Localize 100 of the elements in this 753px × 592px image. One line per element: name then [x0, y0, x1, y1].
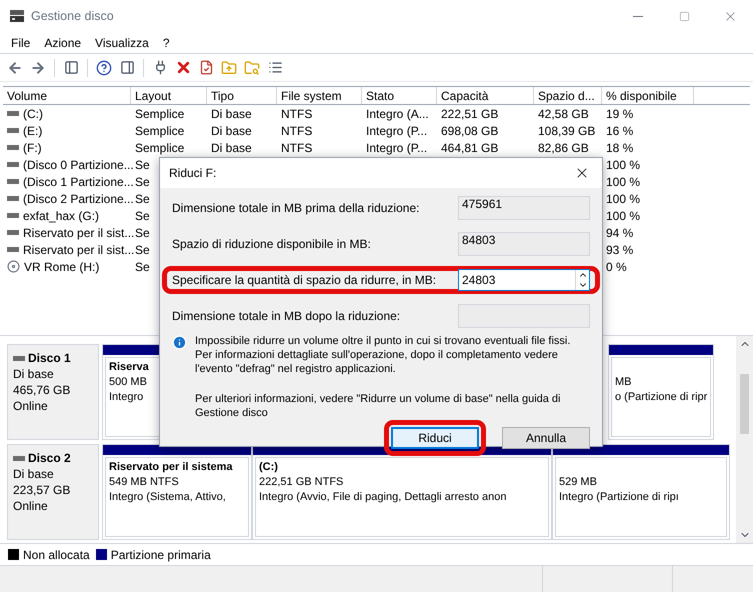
table-cell-text: 100 % [606, 208, 640, 224]
table-cell-text: 100 % [606, 174, 640, 190]
value-field: 84803 [458, 232, 590, 256]
disk-label-panel[interactable]: Disco 2 Di base 223,57 GB Online [7, 444, 99, 540]
table-cell-text: Semplice [135, 140, 184, 156]
table-cell-text: Se [135, 242, 150, 258]
table-cell-text: (F:) [23, 140, 42, 156]
table-cell-text: 19 % [606, 106, 634, 122]
table-cell-text: NTFS [281, 140, 312, 156]
partition-name: Riserva [109, 360, 149, 375]
scrollbar[interactable] [736, 336, 753, 543]
table-cell-text: Se [135, 224, 150, 242]
table-cell-text: (C:) [23, 106, 43, 122]
dialog-title: Riduci F: [169, 165, 216, 182]
partition-status: o (Partizione di ripr [615, 390, 708, 405]
menu-item[interactable]: File [11, 34, 30, 52]
drive-icon [7, 247, 19, 252]
partition-status: Integro (Partizione di ripı [559, 490, 679, 505]
table-cell-text: 222,51 GB [441, 106, 498, 122]
disk-label-panel[interactable]: Disco 1 Di base 465,76 GB Online [7, 344, 99, 440]
info-icon [172, 335, 187, 350]
table-cell-text: exfat_hax (G:) [23, 208, 100, 224]
disk-name: Disco 2 [28, 450, 71, 466]
column-header[interactable]: Stato [362, 87, 437, 104]
partition-size: 222,51 GB NTFS [259, 475, 344, 490]
column-header[interactable]: Tipo [207, 87, 277, 104]
table-cell-text: 100 % [606, 190, 640, 208]
dialog-button[interactable]: Annulla [502, 427, 590, 449]
partition-status: Integro [109, 390, 144, 405]
table-cell-text: Se [135, 190, 150, 208]
help-button[interactable] [94, 58, 114, 78]
table-cell-text: Se [135, 258, 150, 276]
column-header[interactable]: Capacità [437, 87, 534, 104]
scroll-thumb[interactable] [740, 374, 749, 434]
maximize-icon [678, 10, 690, 22]
table-cell-text: 108,39 GB [538, 122, 596, 140]
disk-type: Di base [13, 466, 55, 482]
table-cell-text: Riservato per il sist... [23, 242, 134, 258]
table-cell-text: 16 % [606, 122, 634, 140]
partition-size: 529 MB [559, 475, 597, 490]
table-cell-text: 93 % [606, 242, 634, 258]
column-header[interactable]: File system [277, 87, 362, 104]
dialog-button[interactable]: Riduci [391, 427, 479, 449]
disk-size: 465,76 GB [13, 382, 72, 398]
table-cell-text: 18 % [606, 140, 634, 156]
partition-size: MB [615, 375, 632, 390]
table-cell-text: Di base [211, 140, 252, 156]
partition-status: Integro (Sistema, Attivo, [109, 490, 226, 505]
partition-size: 549 MB NTFS [109, 475, 179, 490]
table-cell-text: Se [135, 208, 150, 224]
table-cell-text: Integro (P... [366, 122, 428, 140]
column-header[interactable]: % disponibile [602, 87, 694, 104]
partition-block[interactable]: MB o (Partizione di ripr [608, 344, 714, 440]
spin-field[interactable]: 24803 [458, 269, 590, 291]
field-label: Dimensione totale in MB prima della riduzione: [172, 200, 420, 217]
table-cell-text: VR Rome (H:) [24, 258, 100, 276]
table-cell-text: Di base [211, 106, 252, 122]
disk-status: Online [13, 498, 49, 514]
table-cell-text: Semplice [135, 106, 184, 122]
value-field: 475961 [458, 196, 590, 220]
window-title: Gestione disco [31, 8, 114, 25]
partition-name: (C:) [259, 460, 278, 475]
drive-icon [7, 213, 19, 218]
field-label: Dimensione totale in MB dopo la riduzione: [172, 308, 402, 325]
table-cell-text: Semplice [135, 122, 184, 140]
disk-name: Disco 1 [28, 350, 71, 366]
table-cell-text: Se [135, 156, 150, 174]
info-text: Impossibile ridurre un volume oltre il punto in cui si trovano eventuali file fissi. Per informazioni dettagliate sull'operazione, dopo il completamento vedere l'evento "defrag" nel registro applicazioni. [195, 334, 572, 376]
app-icon [9, 9, 25, 23]
legend-label: Partizione primaria [110, 546, 211, 564]
table-cell-text: (E:) [23, 122, 42, 140]
table-cell-text: 698,08 GB [441, 122, 498, 140]
field-label: Specificare la quantità di spazio da ridurre, in MB: [172, 272, 438, 289]
table-cell-text: Riservato per il sist... [23, 224, 134, 242]
table-cell-text: NTFS [281, 106, 312, 122]
menu-item[interactable]: ? [162, 34, 170, 52]
table-cell-text: Se [135, 174, 150, 190]
table-cell-text: (Disco 2 Partizione... [23, 190, 134, 208]
drive-icon [7, 111, 19, 116]
table-cell-text: 94 % [606, 224, 634, 242]
disk-status: Online [13, 398, 49, 414]
menu-item[interactable]: Azione [44, 34, 82, 52]
menu-item[interactable]: Visualizza [95, 34, 149, 52]
table-cell-text: 0 % [606, 258, 627, 276]
drive-icon [13, 356, 25, 360]
column-header[interactable]: Layout [131, 87, 207, 104]
drive-icon [7, 196, 19, 201]
table-cell-text: (Disco 1 Partizione... [23, 174, 134, 190]
partition-size: 500 MB [109, 375, 147, 390]
table-cell-text: 100 % [606, 156, 640, 174]
column-header[interactable]: Spazio d... [534, 87, 602, 104]
drive-icon [13, 456, 25, 460]
drive-icon [7, 162, 19, 167]
table-cell-text: Integro (P... [366, 140, 428, 156]
column-header[interactable]: Volume [3, 87, 131, 104]
partition-block[interactable]: 529 MB Integro (Partizione di ripı [552, 444, 730, 540]
legend-label: Non allocata [23, 546, 90, 564]
table-cell-text: (Disco 0 Partizione... [23, 156, 134, 174]
disc-icon [7, 260, 20, 273]
partition-status: Integro (Avvio, File di paging, Dettagli arresto anon [259, 490, 506, 505]
